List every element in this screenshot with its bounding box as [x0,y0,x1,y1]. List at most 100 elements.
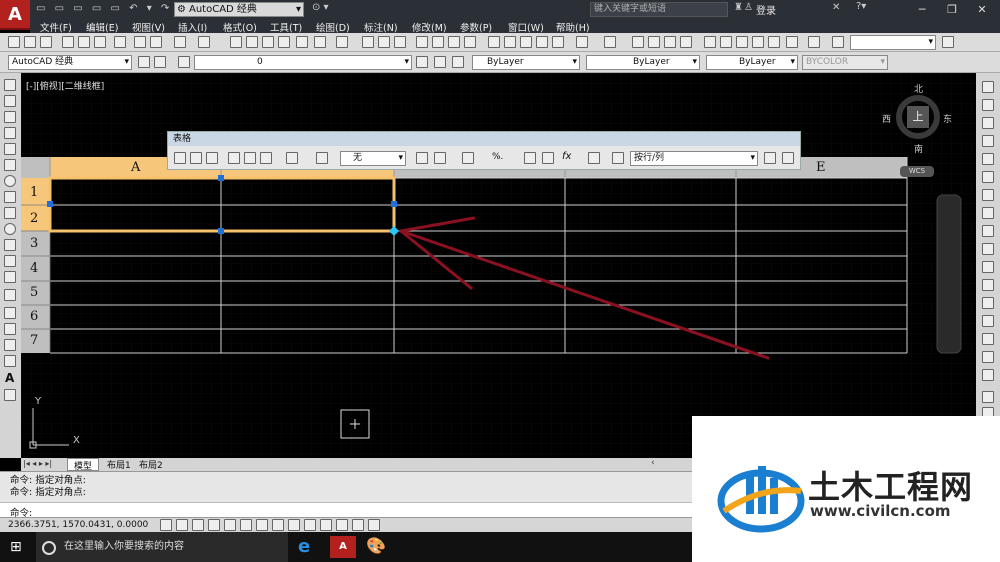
markup-icon-2[interactable] [768,36,780,48]
publish-icon[interactable] [94,36,106,48]
insert-col-left-icon[interactable] [228,152,240,164]
menu-parametric[interactable]: 参数(P) [460,20,492,34]
workspace-settings-icon[interactable] [138,56,150,68]
scale-icon[interactable] [982,207,994,219]
otrack-icon[interactable] [272,519,284,531]
gradient-icon[interactable] [4,323,16,335]
sheet-set-icon[interactable] [278,36,290,48]
command-input[interactable]: 命令: [0,502,692,519]
preview-icon[interactable] [78,36,90,48]
selection-cycling-icon[interactable] [368,519,380,531]
dim-style-icon[interactable] [942,36,954,48]
login-button[interactable]: 登录 [756,2,776,17]
user-icon[interactable]: ♙ [744,2,753,13]
zoom-window-icon[interactable] [664,36,676,48]
object-snap-icon[interactable] [240,519,252,531]
transparency-icon[interactable] [336,519,348,531]
tool-palette-icon-2[interactable] [736,36,748,48]
col-header-a[interactable]: A [131,160,140,175]
table-icon[interactable] [4,355,16,367]
menu-file[interactable]: 文件(F) [40,20,72,34]
menu-dimension[interactable]: 标注(N) [364,20,398,34]
polar-tracking-icon[interactable] [224,519,236,531]
zoom-realtime-icon[interactable] [648,36,660,48]
erase-icon[interactable] [982,81,994,93]
break-at-point-icon[interactable] [982,279,994,291]
help-toolbar-icon-2[interactable] [808,36,820,48]
menu-help[interactable]: 帮助(H) [556,20,590,34]
lineweight-toggle-icon[interactable] [320,519,332,531]
data-format-button[interactable]: %. [492,152,503,162]
paint-app-icon[interactable]: 🎨 [366,536,390,558]
row-header-1[interactable]: 1 [30,185,38,200]
row-header-2[interactable]: 2 [30,211,38,226]
match-prop-icon[interactable] [536,36,548,48]
linetype-dropdown[interactable]: ByLayer [586,55,700,70]
layer-state-icon[interactable] [452,56,464,68]
add-selected-icon[interactable] [4,389,16,401]
alignment-icon[interactable] [434,152,446,164]
menu-tools[interactable]: 工具(T) [270,20,302,34]
toolbar-more-icon[interactable] [154,56,166,68]
block-editor-icon[interactable] [552,36,564,48]
viewcube[interactable]: 上 北 南 东 西 [882,85,952,155]
insert-block-icon[interactable] [4,255,16,267]
new-icon-2[interactable] [362,36,374,48]
cut-icon[interactable] [134,36,146,48]
make-block-icon[interactable] [4,271,16,283]
workspace-select[interactable]: AutoCAD 经典 ⚙ ▾ [174,2,304,17]
insert-field-icon[interactable] [542,152,554,164]
row-col-select[interactable]: 按行/列 [630,151,758,166]
windows-start-icon[interactable]: ⊞ [10,539,22,555]
3d-osnap-icon[interactable] [256,519,268,531]
pan-icon[interactable] [632,36,644,48]
plot-icon-2[interactable] [416,36,428,48]
cell-border-select[interactable]: 无 [340,151,406,166]
publish-icon-2[interactable] [448,36,460,48]
region-icon[interactable] [4,339,16,351]
properties-icon[interactable] [230,36,242,48]
menu-format[interactable]: 格式(O) [223,20,257,34]
compass-west[interactable]: 西 [882,112,891,125]
binoculars-icon[interactable]: ♜ [734,2,743,13]
manage-cell-content-icon[interactable] [588,152,600,164]
ellipse-arc-icon[interactable] [4,239,16,251]
copy-icon[interactable] [150,36,162,48]
spline-icon[interactable] [4,207,16,219]
ellipse-icon[interactable] [4,223,16,235]
paste-icon[interactable] [520,36,532,48]
rectangle-icon[interactable] [4,143,16,155]
compass-east[interactable]: 东 [943,112,952,125]
merge-cells-icon[interactable] [286,152,298,164]
point-icon[interactable] [4,289,16,301]
menu-window[interactable]: 窗口(W) [508,20,544,34]
redo-icon-2[interactable] [604,36,616,48]
layer-dropdown[interactable]: 0 [194,55,412,70]
break-icon[interactable] [982,297,994,309]
dynamic-ucs-icon[interactable] [288,519,300,531]
copy-icon-2[interactable] [504,36,516,48]
trim-icon[interactable] [982,243,994,255]
infer-constraints-icon[interactable] [160,519,172,531]
open-icon[interactable] [24,36,36,48]
application-menu-button[interactable]: A [0,0,30,30]
close-button[interactable]: ✕ [966,0,998,19]
join-icon[interactable] [982,315,994,327]
workspace-dropdown[interactable]: AutoCAD 经典 [8,55,132,70]
new-icon[interactable] [8,36,20,48]
dynamic-input-icon[interactable] [304,519,316,531]
grid-display-icon[interactable] [192,519,204,531]
cell-locking-icon[interactable] [462,152,474,164]
chamfer-icon[interactable] [982,333,994,345]
viewcube-top-face[interactable]: 上 [907,106,929,128]
save-icon-2[interactable] [394,36,406,48]
line-icon[interactable] [4,79,16,91]
exchange-icon[interactable]: ✕ [832,2,840,13]
plotstyle-dropdown[interactable]: BYCOLOR [802,55,888,70]
copy-object-icon[interactable] [982,99,994,111]
delete-row-icon[interactable] [206,152,218,164]
circle-icon[interactable] [4,175,16,187]
calc-icon-2[interactable] [786,36,798,48]
design-center-icon[interactable] [246,36,258,48]
menu-modify[interactable]: 修改(M) [412,20,447,34]
